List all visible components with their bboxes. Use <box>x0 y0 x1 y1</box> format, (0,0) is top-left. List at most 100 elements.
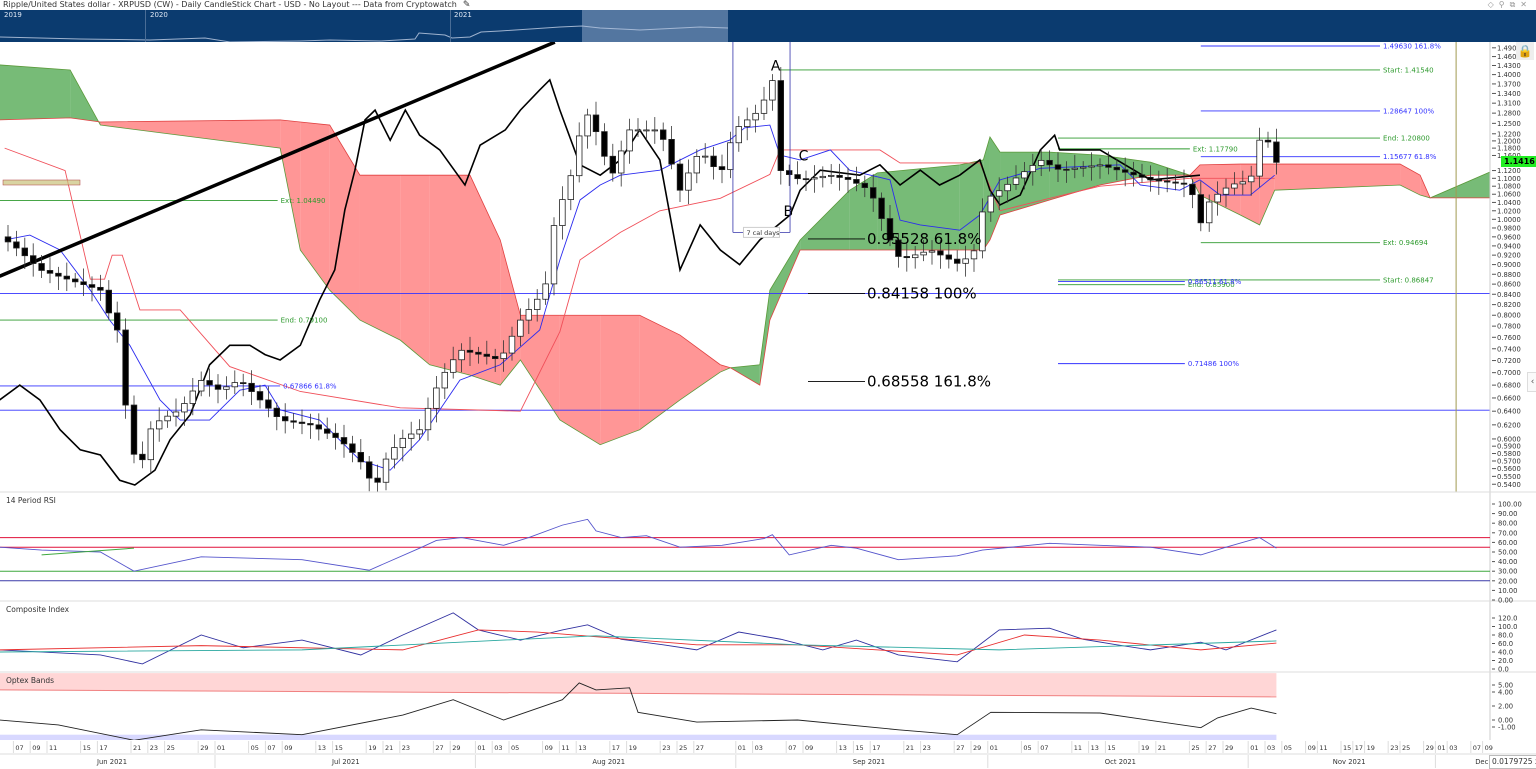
bearish-candle <box>844 177 852 180</box>
bearish-candle <box>72 278 79 283</box>
bearish-candle <box>1063 168 1070 171</box>
bearish-candle <box>29 255 37 264</box>
bearish-candle <box>239 382 247 385</box>
chart-canvas[interactable]: 0.95528 61.8% 0.84158 100% 0.68558 161.8% A… <box>0 0 1536 768</box>
bullish-candle <box>828 174 835 177</box>
bullish-cloud-segment <box>759 290 770 386</box>
price-tick-label: 1.2500 <box>1497 120 1521 128</box>
bearish-candle <box>1273 141 1280 163</box>
bullish-candle <box>550 225 558 285</box>
bullish-candle <box>962 258 969 264</box>
date-tick-label: 13 <box>839 744 847 752</box>
bullish-candle <box>449 359 457 373</box>
date-tick-label: 09 <box>805 744 813 752</box>
bearish-candle <box>323 428 331 434</box>
date-tick-label: 25 <box>167 744 175 752</box>
date-tick-label: 25 <box>679 744 687 752</box>
bullish-candle <box>1021 171 1028 179</box>
bullish-candle <box>685 172 692 191</box>
legend-swatch <box>2 179 81 186</box>
optex-panel-title: Optex Bands <box>6 676 55 685</box>
price-tick-label: 1.0800 <box>1497 183 1521 191</box>
price-tick-label: 0.6800 <box>1497 382 1521 390</box>
bullish-candle <box>424 407 432 431</box>
bullish-candle <box>996 190 1003 197</box>
lock-icon[interactable]: 🔒 <box>1516 42 1534 60</box>
fib-extension-label: 0.68558 161.8% <box>867 373 991 391</box>
price-tick-label: 1.0000 <box>1497 216 1521 224</box>
date-tick-label: 29 <box>452 744 460 752</box>
bearish-candle <box>130 404 138 455</box>
bearish-candle <box>206 380 213 386</box>
bearish-cloud-segment <box>1274 164 1401 191</box>
rsi-panel: 100.0090.00 80.0070.00 60.00 50.0040.00 30.0… <box>0 501 1522 605</box>
bearish-candle <box>357 452 364 463</box>
bullish-candle <box>231 382 238 388</box>
price-tick-label: 1.4000 <box>1497 71 1521 79</box>
price-tick-label: 0.7800 <box>1497 323 1521 331</box>
bullish-candle <box>584 114 591 137</box>
bearish-candle <box>1113 166 1120 171</box>
bullish-candle <box>1096 164 1104 167</box>
bearish-candle <box>466 349 474 353</box>
bearish-cloud-segment <box>600 315 640 445</box>
bearish-candle <box>105 289 112 314</box>
fib-level-label: 1.28647 100% <box>1383 107 1435 115</box>
date-tick-label: 01 <box>1250 744 1258 752</box>
bullish-candle <box>811 177 818 180</box>
bearish-cloud-segment <box>429 175 470 376</box>
bearish-candle <box>122 329 129 406</box>
bearish-candle <box>332 432 339 438</box>
date-tick-label: 25 <box>1191 744 1199 752</box>
fib-level-label: 0.67866 61.8% <box>283 382 337 390</box>
price-tick-label: 0.8600 <box>1497 281 1521 289</box>
bullish-candle <box>1071 167 1078 170</box>
bullish-candle <box>458 349 465 361</box>
bullish-candle <box>634 129 642 132</box>
date-tick-label: 05 <box>251 744 259 752</box>
collapse-panel-button[interactable]: ‹ <box>1527 372 1536 392</box>
date-tick-label: 29 <box>1225 744 1233 752</box>
optex-lower-band <box>0 734 1277 740</box>
bearish-candle <box>794 174 801 180</box>
bullish-candle <box>702 155 709 158</box>
fib-level-label: 0.86511 61.8% <box>1188 278 1242 286</box>
bearish-candle <box>1054 164 1062 170</box>
bearish-candle <box>954 258 961 264</box>
optex-panel-tick-label: 2.00 <box>1498 703 1513 711</box>
bearish-candle <box>945 254 952 260</box>
bearish-cloud-segment <box>280 119 301 251</box>
bearish-candle <box>1105 164 1112 168</box>
bearish-candle <box>374 477 381 483</box>
price-tick-label: 1.3100 <box>1497 100 1521 108</box>
bearish-candle <box>290 420 297 423</box>
bullish-candle <box>500 352 507 360</box>
price-tick-label: 0.9000 <box>1497 261 1521 269</box>
measure-label: 7 cal days <box>746 229 780 237</box>
rsi-panel-tick-label: 20.00 <box>1498 577 1517 585</box>
composite-panel-tick-label: 0.0 <box>1498 666 1509 674</box>
date-tick-label: 23 <box>150 744 158 752</box>
bullish-cloud-segment <box>0 64 71 120</box>
bearish-candle <box>349 443 356 453</box>
bearish-candle <box>1122 169 1129 173</box>
bearish-candle <box>937 250 944 256</box>
date-tick-label: 25 <box>1402 744 1410 752</box>
bearish-candle <box>676 163 684 191</box>
cursor-value: 0.0179725 <box>1492 757 1533 766</box>
rsi-trendline <box>41 547 135 556</box>
date-tick-label: 17 <box>99 744 107 752</box>
bearish-candle <box>80 281 87 285</box>
date-tick-label: 03 <box>494 744 502 752</box>
optex-panel: 5.004.002.000.00-1.00 <box>0 673 1516 741</box>
month-label: Jun 2021 <box>96 758 127 766</box>
price-tick-label: 0.9600 <box>1497 233 1521 241</box>
bullish-candle <box>181 403 188 413</box>
bullish-candle <box>1248 175 1255 183</box>
bullish-candle <box>508 335 516 354</box>
rsi-panel-tick-label: 40.00 <box>1498 558 1517 566</box>
bullish-candle <box>189 390 196 404</box>
price-panel: 0.95528 61.8% 0.84158 100% 0.68558 161.8% A… <box>0 42 1490 492</box>
bearish-cloud-segment <box>680 335 721 400</box>
bearish-candle <box>365 461 373 479</box>
